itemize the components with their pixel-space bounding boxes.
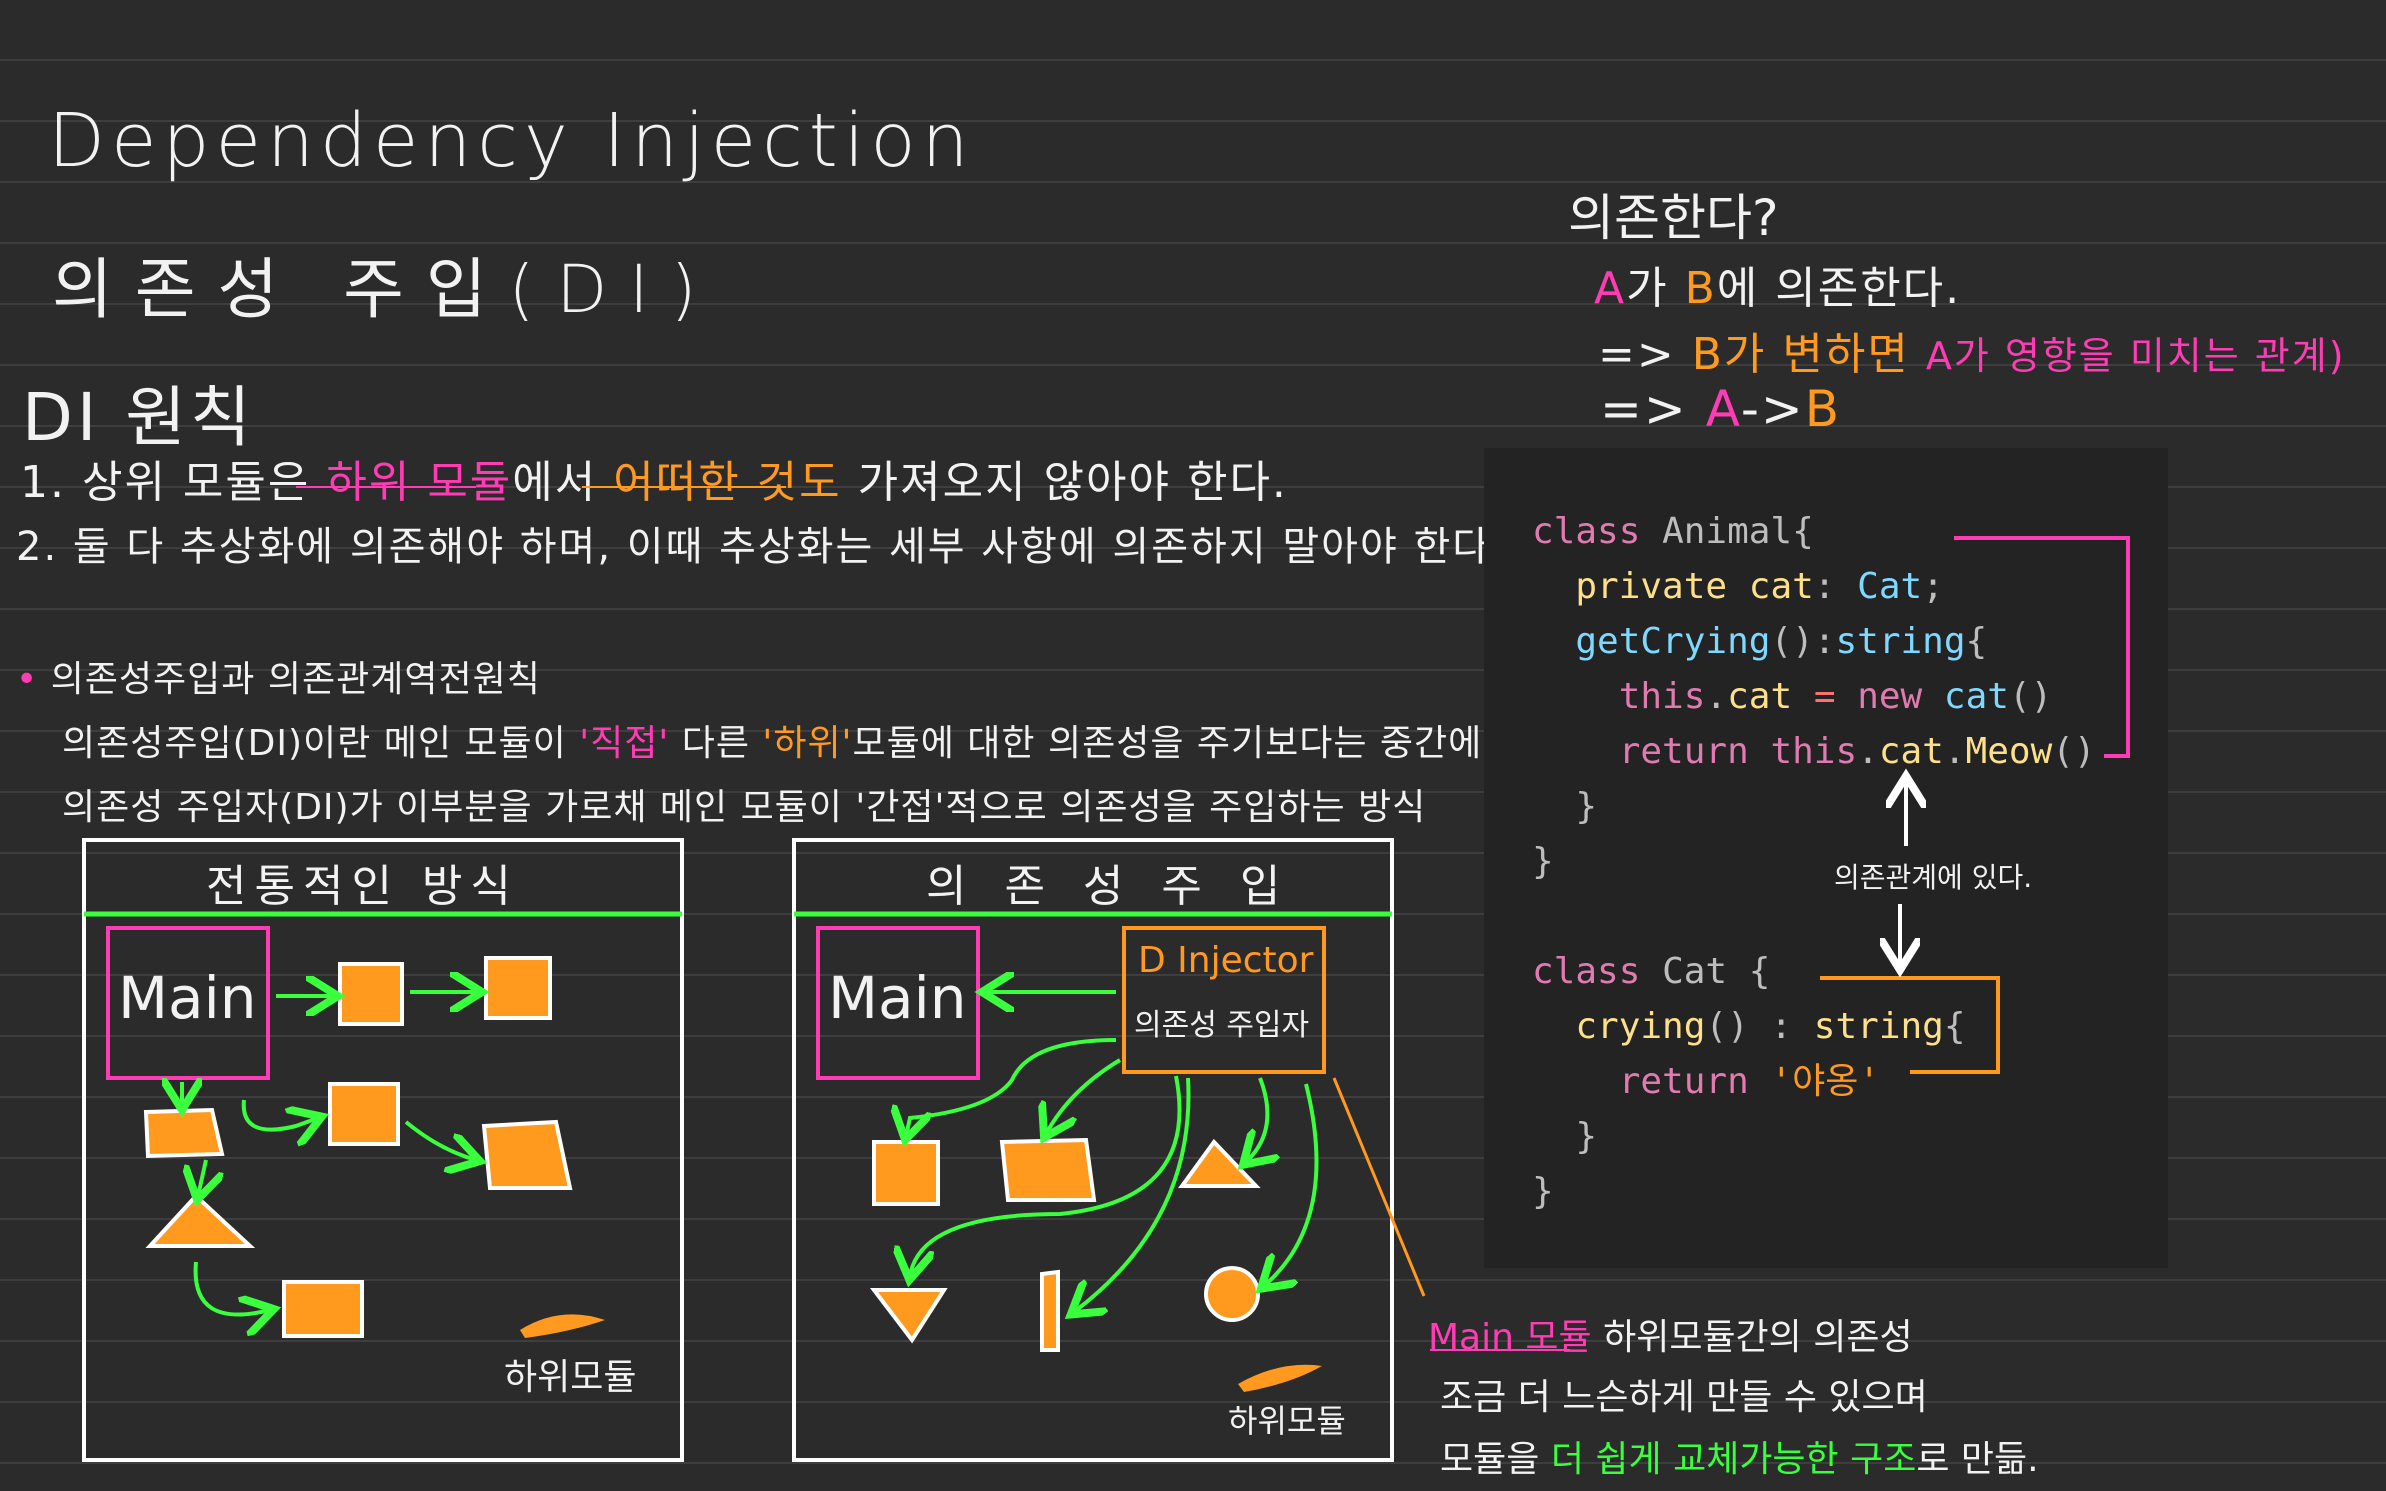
left-main-box (106, 926, 270, 1080)
diagram-drawings (82, 486, 2130, 1462)
animal-bracket (1954, 536, 2130, 758)
summary-pointer-line (1332, 1077, 1426, 1297)
left-legend-scribble (520, 1314, 605, 1338)
left-module-shapes (143, 956, 573, 1338)
right-module-shapes (869, 1137, 1261, 1352)
right-arrows (906, 992, 1319, 1312)
right-legend-scribble (1238, 1364, 1322, 1392)
cat-bracket (1820, 976, 2000, 1074)
injector-box (1122, 926, 1326, 1074)
left-arrows (182, 992, 478, 1315)
right-main-box (816, 926, 980, 1080)
